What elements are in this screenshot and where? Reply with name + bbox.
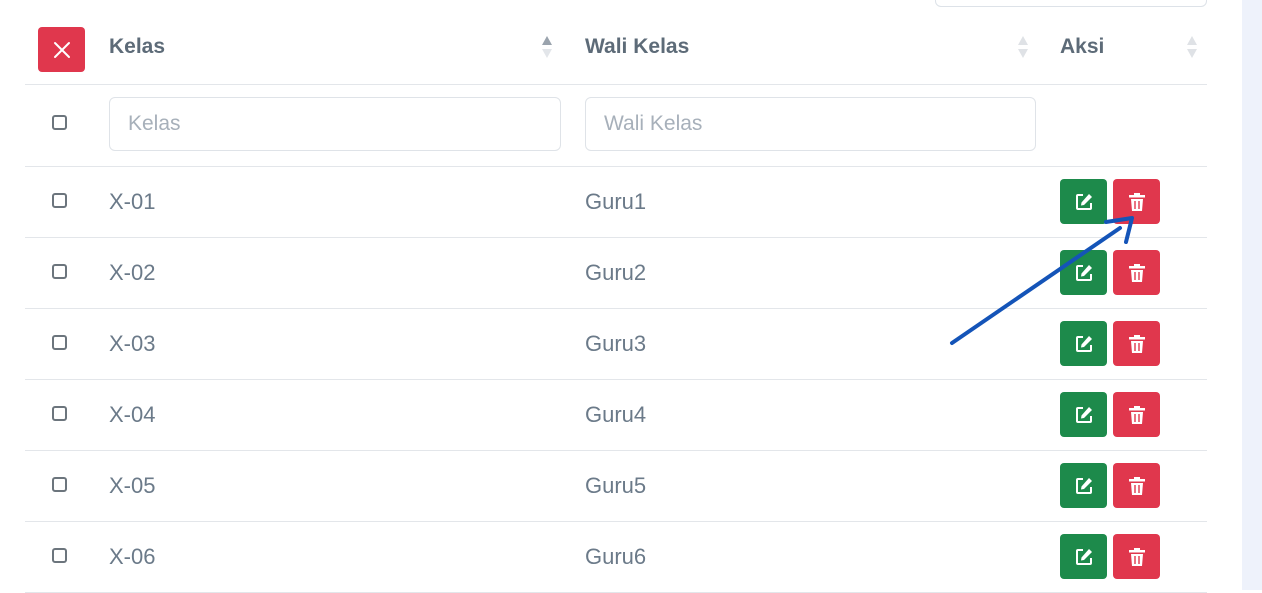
kelas-cell: X-06: [109, 544, 156, 569]
edit-button[interactable]: [1060, 534, 1107, 579]
table-row: X-05 Guru5: [25, 451, 1207, 522]
select-all-checkbox[interactable]: [52, 115, 67, 130]
column-header-kelas[interactable]: Kelas: [109, 35, 165, 59]
edit-icon: [1075, 406, 1092, 423]
row-checkbox[interactable]: [52, 548, 67, 563]
kelas-cell: X-01: [109, 189, 156, 214]
table-row: X-03 Guru3: [25, 309, 1207, 380]
sort-icon[interactable]: [1017, 34, 1029, 60]
delete-button[interactable]: [1113, 250, 1160, 295]
delete-button[interactable]: [1113, 534, 1160, 579]
kelas-cell: X-04: [109, 402, 156, 427]
delete-button[interactable]: [1113, 321, 1160, 366]
wali-kelas-cell: Guru4: [585, 402, 647, 427]
wali-kelas-filter-input[interactable]: [585, 97, 1036, 151]
wali-kelas-cell: Guru5: [585, 473, 647, 498]
trash-icon: [1128, 476, 1145, 495]
row-checkbox[interactable]: [52, 477, 67, 492]
edit-icon: [1075, 477, 1092, 494]
sort-ascending-icon[interactable]: [541, 34, 553, 60]
table-row: X-06 Guru6: [25, 522, 1207, 593]
delete-button[interactable]: [1113, 179, 1160, 224]
kelas-filter-input[interactable]: [109, 97, 561, 151]
edit-button[interactable]: [1060, 179, 1107, 224]
table-header-row: Kelas Wali Kelas Aksi: [25, 14, 1207, 85]
table-row: X-01 Guru1: [25, 167, 1207, 238]
trash-icon: [1128, 547, 1145, 566]
row-checkbox[interactable]: [52, 406, 67, 421]
kelas-cell: X-02: [109, 260, 156, 285]
delete-button[interactable]: [1113, 463, 1160, 508]
column-header-aksi[interactable]: Aksi: [1060, 35, 1104, 59]
wali-kelas-cell: Guru1: [585, 189, 647, 214]
trash-icon: [1128, 263, 1145, 282]
wali-kelas-cell: Guru2: [585, 260, 647, 285]
edit-button[interactable]: [1060, 250, 1107, 295]
close-icon: [53, 41, 70, 58]
edit-button[interactable]: [1060, 321, 1107, 366]
clear-filter-button[interactable]: [38, 27, 85, 72]
kelas-cell: X-03: [109, 331, 156, 356]
trash-icon: [1128, 192, 1145, 211]
row-checkbox[interactable]: [52, 193, 67, 208]
edit-icon: [1075, 335, 1092, 352]
row-checkbox[interactable]: [52, 264, 67, 279]
delete-button[interactable]: [1113, 392, 1160, 437]
table-row: X-04 Guru4: [25, 380, 1207, 451]
edit-icon: [1075, 548, 1092, 565]
class-table: Kelas Wali Kelas Aksi X-01 Guru1: [25, 14, 1207, 593]
trash-icon: [1128, 334, 1145, 353]
row-checkbox[interactable]: [52, 335, 67, 350]
trash-icon: [1128, 405, 1145, 424]
table-filter-row: [25, 85, 1207, 167]
kelas-cell: X-05: [109, 473, 156, 498]
search-input-edge[interactable]: [935, 0, 1207, 7]
edit-icon: [1075, 264, 1092, 281]
table-row: X-02 Guru2: [25, 238, 1207, 309]
right-background-strip: [1242, 0, 1262, 590]
column-header-wali-kelas[interactable]: Wali Kelas: [585, 35, 689, 59]
wali-kelas-cell: Guru3: [585, 331, 647, 356]
wali-kelas-cell: Guru6: [585, 544, 647, 569]
edit-button[interactable]: [1060, 463, 1107, 508]
edit-button[interactable]: [1060, 392, 1107, 437]
sort-icon[interactable]: [1186, 34, 1198, 60]
edit-icon: [1075, 193, 1092, 210]
